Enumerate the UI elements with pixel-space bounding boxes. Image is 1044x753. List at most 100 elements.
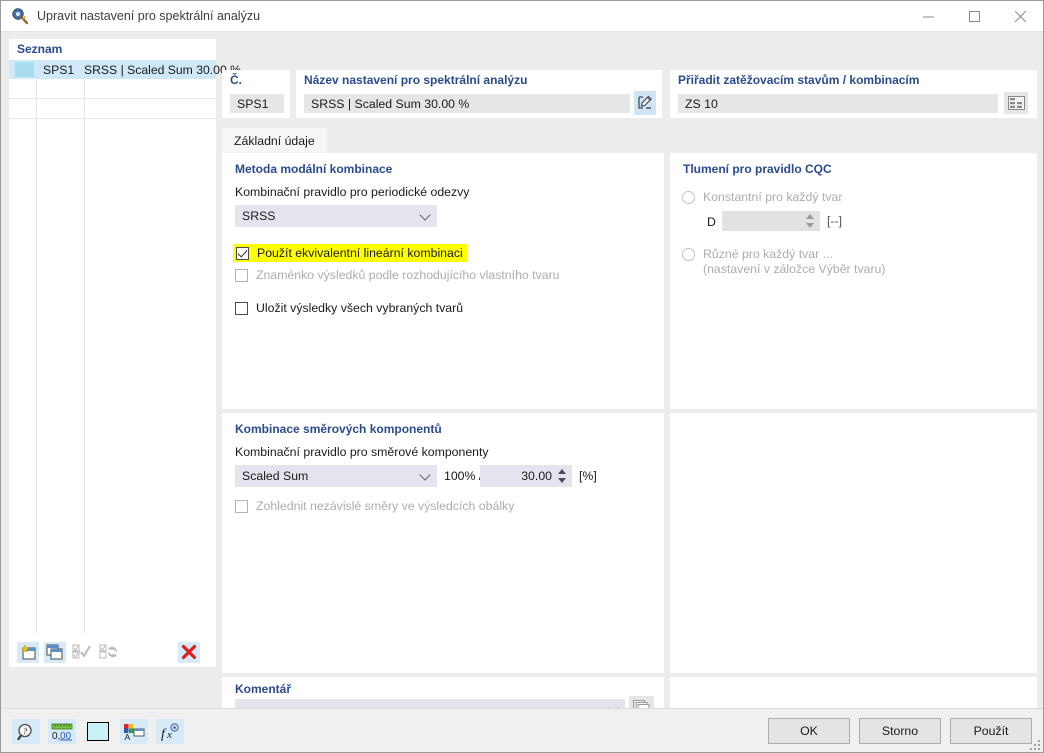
radio-various-per-mode-line1: Různé pro každý tvar ...: [703, 247, 833, 261]
radio-various-per-mode: Různé pro každý tvar ... (nastavení v zá…: [682, 247, 885, 277]
directional-factor-value: 30.00: [521, 469, 552, 483]
list-header: Seznam: [17, 42, 63, 56]
chevron-down-icon: [419, 469, 431, 481]
checkbox-independent-directions-box: [235, 499, 248, 513]
radio-various-per-mode-dot: [682, 248, 695, 261]
comment-title: Komentář: [235, 682, 292, 696]
maximize-button[interactable]: [951, 1, 997, 32]
radio-constant-per-mode-label: Konstantní pro každý tvar: [703, 190, 843, 204]
checkbox-sign-by-governing-mode-box: [235, 268, 248, 282]
damping-d-unit: [--]: [827, 214, 843, 228]
cancel-button[interactable]: Storno: [859, 718, 941, 744]
select-all-button: [71, 642, 93, 663]
list-item-description: SRSS | Scaled Sum 30.00 %: [84, 62, 241, 77]
dialog-buttons: OK Storno Použít: [768, 718, 1032, 744]
assign-field-panel: Přiřadit zatěžovacím stavům / kombinacím…: [670, 70, 1037, 118]
directional-factor-input[interactable]: 30.00: [480, 465, 572, 487]
spinner-arrows-icon[interactable]: [558, 467, 567, 485]
footer-tool-group: ? 0, 00 A f x: [12, 719, 184, 744]
directional-combination-panel: Kombinace směrových komponentů Kombinačn…: [222, 413, 664, 673]
spinner-arrows-icon: [806, 212, 815, 230]
directional-factor-unit: [%]: [579, 469, 597, 483]
directional-rule-label: Kombinační pravidlo pro směrové komponen…: [235, 445, 489, 459]
dialog-window: Upravit nastavení pro spektrální analýzu…: [0, 0, 1044, 753]
list-item[interactable]: SPS1 SRSS | Scaled Sum 30.00 %: [9, 60, 241, 79]
directional-factor-prefix: 100% /: [444, 469, 483, 483]
checkbox-independent-directions-label: Zohlednit nezávislé směry ve výsledcích …: [256, 499, 515, 513]
checkbox-sign-by-governing-mode: Znaménko výsledků podle rozhodujícího vl…: [235, 268, 560, 282]
tab-strip: Základní údaje: [222, 128, 1037, 153]
checkbox-equivalent-linear[interactable]: Použít ekvivalentní lineární kombinaci: [233, 244, 467, 262]
name-field-panel: Název nastavení pro spektrální analýzu S…: [296, 70, 662, 118]
modal-combination-panel: Metoda modální kombinace Kombinační prav…: [222, 153, 664, 409]
radio-various-per-mode-line2: (nastavení v záložce Výběr tvaru): [703, 262, 886, 276]
pencil-edit-icon: [638, 95, 652, 109]
modal-combination-title: Metoda modální kombinace: [235, 162, 393, 176]
damping-panel: Tlumení pro pravidlo CQC Konstantní pro …: [670, 153, 1037, 409]
window-title: Upravit nastavení pro spektrální analýzu: [37, 9, 261, 23]
list-item-id: SPS1: [43, 62, 75, 77]
number-field-panel: Č. SPS1: [222, 70, 290, 118]
display-properties-icon: A: [124, 723, 145, 741]
chevron-down-icon: [419, 209, 431, 221]
units-ruler-icon: 0, 00: [51, 723, 73, 741]
display-props-button[interactable]: A: [120, 719, 148, 744]
checkbox-equivalent-linear-box[interactable]: [236, 246, 249, 260]
assign-value[interactable]: ZS 10: [678, 94, 998, 113]
svg-text:A: A: [125, 732, 131, 741]
minimize-button[interactable]: [905, 1, 951, 32]
directional-rule-combo[interactable]: Scaled Sum: [235, 465, 437, 487]
close-button[interactable]: [997, 1, 1043, 32]
periodic-rule-combo[interactable]: SRSS: [235, 205, 437, 227]
invert-selection-button: [98, 642, 120, 663]
list-toolbar: [9, 637, 216, 667]
directional-rule-value: Scaled Sum: [242, 469, 309, 483]
name-edit-button[interactable]: [634, 91, 656, 115]
assign-picker-button[interactable]: [1004, 92, 1028, 114]
periodic-rule-value: SRSS: [242, 209, 276, 223]
app-spectral-icon: [11, 7, 29, 25]
radio-constant-per-mode-dot: [682, 191, 695, 204]
copy-item-button[interactable]: [44, 641, 66, 663]
formula-button[interactable]: f x: [156, 719, 184, 744]
list-item-color-swatch: [15, 62, 34, 77]
periodic-rule-label: Kombinační pravidlo pro periodické odezv…: [235, 185, 470, 199]
name-label: Název nastavení pro spektrální analýzu: [304, 73, 528, 87]
empty-right-panel: [670, 413, 1037, 673]
title-bar: Upravit nastavení pro spektrální analýzu: [1, 1, 1043, 32]
table-select-icon: [1007, 96, 1025, 110]
delete-item-button[interactable]: [178, 641, 200, 663]
radio-constant-per-mode: Konstantní pro každý tvar: [682, 190, 842, 205]
color-swatch-icon: [87, 722, 109, 741]
damping-d-input: [722, 211, 820, 231]
new-item-button[interactable]: [17, 641, 39, 663]
help-magnifier-icon: ?: [17, 723, 32, 740]
checkbox-save-all-modes-box[interactable]: [235, 301, 248, 315]
damping-title: Tlumení pro pravidlo CQC: [683, 162, 832, 176]
list-panel: Seznam SPS1 SRSS | Scaled Sum 30.00 %: [9, 39, 241, 667]
number-label: Č.: [230, 73, 242, 87]
checkbox-independent-directions: Zohlednit nezávislé směry ve výsledcích …: [235, 499, 514, 513]
tab-zakladni-udaje[interactable]: Základní údaje: [222, 128, 327, 153]
ok-button[interactable]: OK: [768, 718, 850, 744]
dialog-body: Seznam SPS1 SRSS | Scaled Sum 30.00 % Č.…: [1, 32, 1043, 721]
footer-bar: ? 0, 00 A f x OK Storno Použít: [1, 708, 1043, 752]
directional-title: Kombinace směrových komponentů: [235, 422, 442, 436]
units-button[interactable]: 0, 00: [48, 719, 76, 744]
checkbox-save-all-modes[interactable]: Uložit výsledky všech vybraných tvarů: [235, 301, 463, 315]
formula-fx-icon: f x: [161, 722, 179, 741]
svg-text:x: x: [166, 729, 172, 741]
checkbox-equivalent-linear-label: Použít ekvivalentní lineární kombinaci: [257, 246, 463, 260]
checkbox-sign-by-governing-mode-label: Znaménko výsledků podle rozhodujícího vl…: [256, 268, 560, 282]
assign-label: Přiřadit zatěžovacím stavům / kombinacím: [678, 73, 920, 87]
radio-various-per-mode-label: Různé pro každý tvar ... (nastavení v zá…: [703, 247, 885, 277]
help-button[interactable]: ?: [12, 719, 40, 744]
apply-button[interactable]: Použít: [950, 718, 1032, 744]
color-button[interactable]: [84, 719, 112, 744]
name-value[interactable]: SRSS | Scaled Sum 30.00 %: [304, 94, 630, 113]
checkbox-save-all-modes-label: Uložit výsledky všech vybraných tvarů: [256, 301, 464, 315]
number-value[interactable]: SPS1: [230, 94, 284, 113]
window-controls: [905, 1, 1043, 32]
resize-grip[interactable]: [1029, 739, 1040, 750]
damping-d-label: D: [707, 215, 716, 229]
